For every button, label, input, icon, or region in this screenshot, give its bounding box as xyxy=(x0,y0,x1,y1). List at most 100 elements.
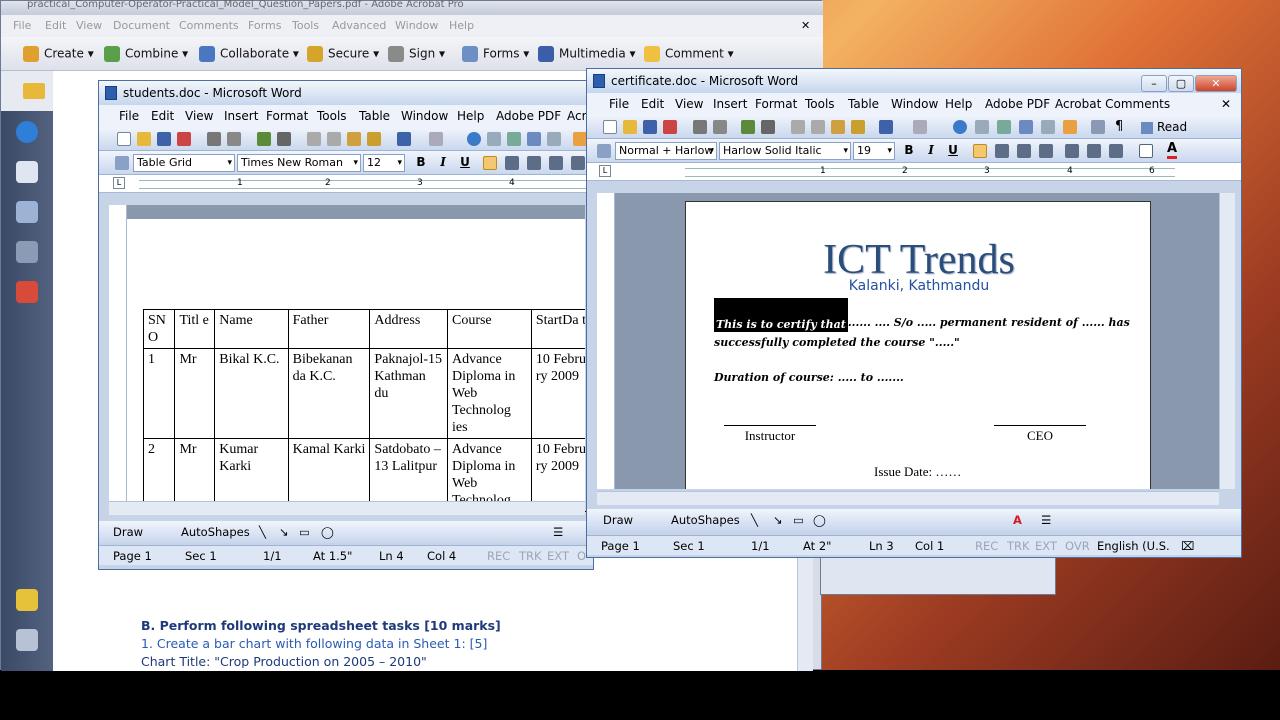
style-select[interactable]: Normal + Harlow xyxy=(615,142,717,160)
forms-button[interactable]: Forms ▾ xyxy=(462,46,529,62)
students-table[interactable]: SN O Titl e Name Father Address Course S… xyxy=(142,309,600,512)
certificate-vertical-scrollbar[interactable] xyxy=(1219,193,1235,489)
pages-icon[interactable] xyxy=(16,161,38,183)
table-header-cell[interactable]: SN O xyxy=(142,309,176,349)
arrow-tool-icon[interactable]: ↘ xyxy=(279,525,289,539)
acrobat-menu-file[interactable]: File xyxy=(13,19,31,32)
table-cell[interactable]: Bikal K.C. xyxy=(214,348,289,439)
justify-button[interactable] xyxy=(1039,144,1053,158)
indent-button[interactable] xyxy=(1109,144,1123,158)
comments-icon[interactable] xyxy=(16,589,38,611)
acrobat-menu-tools[interactable]: Tools xyxy=(292,19,319,32)
columns-icon[interactable] xyxy=(547,132,561,146)
font-color-icon[interactable]: A xyxy=(1013,513,1022,527)
oval-tool-icon[interactable]: ◯ xyxy=(321,525,334,539)
status-trk[interactable]: TRK xyxy=(1007,539,1030,553)
status-ext[interactable]: EXT xyxy=(547,549,569,563)
columns-icon[interactable] xyxy=(1041,120,1055,134)
undo-icon[interactable] xyxy=(879,120,893,134)
menu-file[interactable]: File xyxy=(119,109,139,123)
cut-icon[interactable] xyxy=(307,132,321,146)
copy-icon[interactable] xyxy=(327,132,341,146)
open-icon[interactable] xyxy=(137,132,151,146)
permission-icon[interactable] xyxy=(177,132,191,146)
permission-icon[interactable] xyxy=(663,120,677,134)
print-icon[interactable] xyxy=(207,132,221,146)
acrobat-menu-edit[interactable]: Edit xyxy=(45,19,66,32)
align-right-button[interactable] xyxy=(527,156,541,170)
table-header-cell[interactable]: Titl e xyxy=(174,309,216,349)
new-doc-icon[interactable] xyxy=(603,120,617,134)
status-ovr[interactable]: O xyxy=(577,549,586,563)
comment-button[interactable]: Comment ▾ xyxy=(644,46,734,62)
drawing-icon[interactable] xyxy=(1063,120,1077,134)
draw-menu-button[interactable]: Draw xyxy=(113,525,143,539)
print-preview-icon[interactable] xyxy=(713,120,727,134)
menu-format[interactable]: Format xyxy=(755,97,797,111)
autoshapes-button[interactable]: AutoShapes xyxy=(181,525,250,539)
certificate-horizontal-scrollbar[interactable] xyxy=(597,491,1219,505)
menu-view[interactable]: View xyxy=(185,109,213,123)
acrobat-menu-help[interactable]: Help xyxy=(449,19,474,32)
new-doc-icon[interactable] xyxy=(117,132,131,146)
research-icon[interactable] xyxy=(277,132,291,146)
insert-excel-icon[interactable] xyxy=(1019,120,1033,134)
format-painter-icon[interactable] xyxy=(367,132,381,146)
italic-button[interactable]: I xyxy=(923,143,939,157)
bold-button[interactable]: B xyxy=(901,143,917,157)
document-map-icon[interactable] xyxy=(1091,120,1105,134)
styles-icon[interactable] xyxy=(597,144,611,158)
underline-button[interactable]: U xyxy=(945,143,961,157)
underline-button[interactable]: U xyxy=(457,155,473,169)
sign-button[interactable]: Sign ▾ xyxy=(388,46,445,62)
rectangle-tool-icon[interactable]: ▭ xyxy=(299,525,310,539)
acrobat-menu-advanced[interactable]: Advanced xyxy=(332,19,386,32)
status-ext[interactable]: EXT xyxy=(1035,539,1057,553)
style-select[interactable]: Table Grid xyxy=(133,154,235,172)
bullets-button[interactable] xyxy=(1087,144,1101,158)
format-painter-icon[interactable] xyxy=(851,120,865,134)
acrobat-menu-window[interactable]: Window xyxy=(395,19,438,32)
insert-table-icon[interactable] xyxy=(507,132,521,146)
combine-button[interactable]: Combine ▾ xyxy=(104,46,188,62)
multimedia-button[interactable]: Multimedia ▾ xyxy=(538,46,636,62)
drawing-icon[interactable] xyxy=(573,132,587,146)
table-cell[interactable]: Paknajol-15 Kathman du xyxy=(369,348,448,439)
menu-adobe-pdf[interactable]: Adobe PDF xyxy=(985,97,1050,111)
paperclip-icon[interactable] xyxy=(16,629,38,651)
justify-button[interactable] xyxy=(549,156,563,170)
create-button[interactable]: Create ▾ xyxy=(23,46,94,62)
font-size-select[interactable]: 19 xyxy=(853,142,895,160)
menu-file[interactable]: File xyxy=(609,97,629,111)
table-cell[interactable]: Advance Diploma in Web Technolog ies xyxy=(446,348,532,439)
acrobat-menu-document[interactable]: Document xyxy=(113,19,170,32)
undo-icon[interactable] xyxy=(397,132,411,146)
font-select[interactable]: Times New Roman xyxy=(237,154,361,172)
hyperlink-icon[interactable] xyxy=(467,132,481,146)
research-icon[interactable] xyxy=(761,120,775,134)
status-trk[interactable]: TRK xyxy=(519,549,542,563)
status-ovr[interactable]: OVR xyxy=(1065,539,1090,553)
maximize-button[interactable]: ▢ xyxy=(1168,75,1194,92)
open-icon[interactable] xyxy=(623,120,637,134)
line-style-icon[interactable]: ☰ xyxy=(1041,513,1051,527)
menu-tools[interactable]: Tools xyxy=(317,109,347,123)
info-icon[interactable] xyxy=(16,121,38,143)
oval-tool-icon[interactable]: ◯ xyxy=(813,513,826,527)
menu-edit[interactable]: Edit xyxy=(641,97,664,111)
redo-icon[interactable] xyxy=(429,132,443,146)
save-icon[interactable] xyxy=(157,132,171,146)
font-select[interactable]: Harlow Solid Italic xyxy=(719,142,851,160)
draw-menu-button[interactable]: Draw xyxy=(603,513,633,527)
border-button[interactable] xyxy=(1139,144,1153,158)
show-hide-icon[interactable]: ¶ xyxy=(1115,119,1123,134)
italic-button[interactable]: I xyxy=(435,155,451,169)
table-cell[interactable]: Mr xyxy=(174,348,216,439)
menu-view[interactable]: View xyxy=(675,97,703,111)
menu-table[interactable]: Table xyxy=(848,97,879,111)
align-left-button[interactable] xyxy=(973,144,987,158)
signatures-icon[interactable] xyxy=(16,241,38,263)
menu-help[interactable]: Help xyxy=(457,109,484,123)
tables-borders-icon[interactable] xyxy=(975,120,989,134)
copy-icon[interactable] xyxy=(811,120,825,134)
